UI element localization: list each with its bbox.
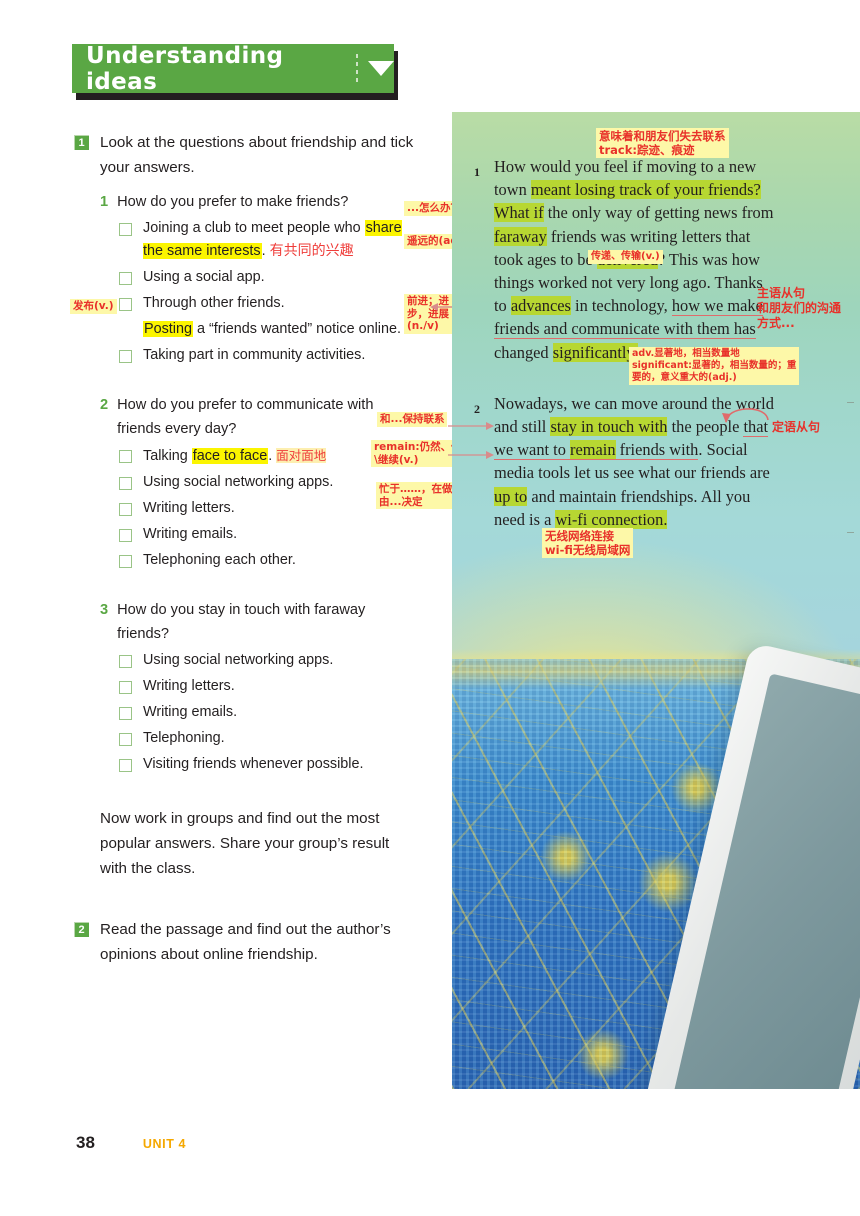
arrow-stay-in-touch-icon: [448, 422, 494, 430]
cn-gloss-face-to-face: 面对面地: [276, 448, 327, 463]
option-q3-5[interactable]: Visiting friends whenever possible.: [119, 753, 434, 776]
option-q3-4[interactable]: Telephoning.: [119, 727, 434, 750]
question-3: 3 How do you stay in touch with faraway …: [100, 598, 434, 776]
left-column: 1 Look at the questions about friendship…: [74, 130, 434, 971]
paragraph-1-number: 1: [474, 165, 480, 179]
photo-tick-mark: [847, 532, 854, 533]
option-q3-2[interactable]: Writing letters.: [119, 675, 434, 698]
option-label: Through other friends.: [143, 295, 285, 311]
option-label: Using a social app.: [143, 269, 265, 285]
highlight-posting: Posting: [143, 321, 193, 337]
option-q2-4[interactable]: Writing emails.: [119, 523, 434, 546]
question-1: 1 How do you prefer to make friends? Joi…: [100, 190, 434, 367]
checkbox-icon[interactable]: [119, 223, 132, 236]
note-subject-clause: 主语从句 和朋友们的沟通 方式...: [757, 286, 842, 330]
reading-passage: 1 How would you feel if moving to a new …: [474, 155, 794, 531]
photo-tick-mark: [847, 402, 854, 403]
option-label: Joining a club to meet people who share …: [143, 220, 402, 259]
task-1-text: Look at the questions about friendship a…: [100, 134, 414, 176]
paragraph-2-number: 2: [474, 401, 480, 416]
question-1-head: 1 How do you prefer to make friends?: [100, 190, 434, 214]
highlight-face-to-face: face to face: [191, 448, 269, 464]
unit-label: UNIT 4: [142, 1137, 187, 1151]
question-2-text: How do you prefer to communicate with fr…: [117, 397, 374, 437]
checkbox-icon[interactable]: [119, 477, 132, 490]
passage-line: to advances in technology, how we make: [494, 296, 763, 317]
note-stay-in-touch: 和...保持联系: [377, 412, 448, 427]
option-q3-3[interactable]: Writing emails.: [119, 701, 434, 724]
option-q3-1[interactable]: Using social networking apps.: [119, 649, 434, 672]
question-2-number: 2: [100, 397, 109, 413]
passage-line: we want to remain friends with. Social: [494, 440, 748, 461]
question-3-head: 3 How do you stay in touch with faraway …: [100, 598, 434, 646]
chevron-down-icon: [368, 61, 394, 76]
passage-line: What if the only way of getting news fro…: [494, 203, 774, 223]
page-title: Understanding ideas: [86, 42, 284, 95]
option-label: Writing emails.: [143, 526, 238, 542]
option-label: Taking part in community activities.: [143, 347, 366, 363]
task-2-text: Read the passage and find out the author…: [100, 921, 391, 963]
question-3-number: 3: [100, 602, 109, 618]
note-posting: 发布(v.): [70, 299, 117, 314]
task-2: 2 Read the passage and find out the auth…: [74, 917, 434, 967]
group-work-text: Now work in groups and find out the most…: [100, 810, 390, 877]
section-header: Understanding ideas: [72, 42, 398, 100]
option-label: Visiting friends whenever possible.: [143, 756, 364, 772]
checkbox-icon[interactable]: [119, 733, 132, 746]
header-banner: Understanding ideas: [72, 42, 394, 95]
checkbox-icon[interactable]: [119, 707, 132, 720]
header-divider: [356, 53, 358, 84]
option-q1-3[interactable]: Through other friends.: [119, 292, 434, 315]
question-1-text: How do you prefer to make friends?: [117, 194, 349, 210]
task-1-badge: 1: [74, 135, 89, 150]
passage-line: How would you feel if moving to a new: [494, 157, 757, 176]
passage-line: things worked not very long ago. Thanks: [494, 273, 763, 293]
checkbox-icon[interactable]: [119, 759, 132, 772]
arrow-remain-icon: [448, 451, 494, 459]
note-attributive-clause: 定语从句: [772, 420, 821, 434]
note-delivered: 传递、传输(v.): [588, 250, 663, 264]
option-label: Telephoning each other.: [143, 552, 296, 568]
option-label: Using social networking apps.: [143, 652, 334, 668]
checkbox-icon[interactable]: [119, 681, 132, 694]
option-q1-5[interactable]: Taking part in community activities.: [119, 344, 434, 367]
checkbox-icon[interactable]: [119, 350, 132, 363]
checkbox-icon[interactable]: [119, 503, 132, 516]
note-track: 意味着和朋友们失去联系 track:踪迹、痕迹: [596, 128, 729, 158]
task-1: 1 Look at the questions about friendship…: [74, 130, 434, 180]
passage-line: up to and maintain friendships. All you: [494, 486, 751, 506]
passage-line: need is a wi-fi connection.: [494, 509, 668, 529]
cn-gloss-share: 有共同的兴趣: [269, 243, 354, 259]
option-q1-4[interactable]: Posting a “friends wanted” notice online…: [119, 318, 434, 341]
option-q2-5[interactable]: Telephoning each other.: [119, 549, 434, 572]
passage-line: media tools let us see what our friends …: [494, 463, 770, 483]
option-label: Telephoning.: [143, 730, 225, 746]
curved-arrow-icon: [722, 408, 769, 423]
question-3-text: How do you stay in touch with faraway fr…: [117, 602, 366, 642]
page-footer: 38 UNIT 4: [76, 1133, 186, 1153]
checkbox-icon[interactable]: [119, 655, 132, 668]
option-q1-2[interactable]: Using a social app.: [119, 266, 434, 289]
passage-line: faraway friends was writing letters that: [494, 226, 751, 246]
checkbox-icon[interactable]: [119, 529, 132, 542]
question-1-number: 1: [100, 194, 109, 210]
note-wifi: 无线网络连接 wi-fi无线局域网: [542, 528, 634, 558]
option-label: Writing letters.: [143, 678, 235, 694]
checkbox-icon[interactable]: [119, 555, 132, 568]
option-label: Posting a “friends wanted” notice online…: [143, 321, 401, 337]
passage-line: town meant losing track of your friends?: [494, 180, 761, 200]
note-significantly: adv.显著地，相当数量地 significant:显著的，相当数量的；重 要的…: [629, 347, 800, 385]
checkbox-icon[interactable]: [119, 450, 132, 463]
checkbox-icon[interactable]: [119, 298, 132, 311]
option-label: Writing emails.: [143, 704, 238, 720]
option-q1-1[interactable]: Joining a club to meet people who share …: [119, 217, 434, 263]
checkbox-icon[interactable]: [119, 272, 132, 285]
passage-line: friends and communicate with them has: [494, 319, 756, 340]
page-number: 38: [76, 1133, 95, 1152]
task-2-badge: 2: [74, 922, 89, 937]
